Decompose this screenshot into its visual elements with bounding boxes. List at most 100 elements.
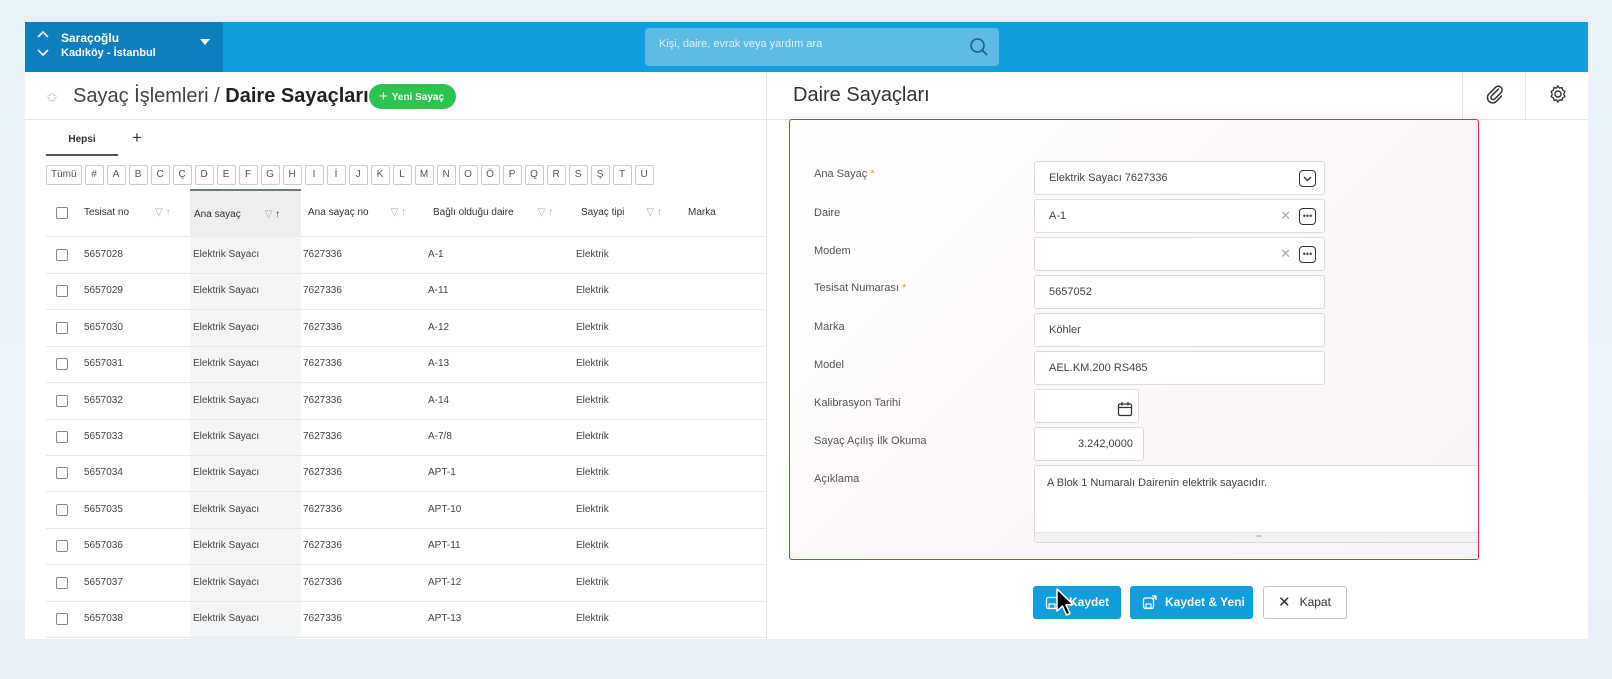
row-checkbox[interactable] xyxy=(56,540,68,553)
letter-filter[interactable]: D xyxy=(194,165,214,185)
row-checkbox[interactable] xyxy=(56,394,68,407)
table-row[interactable]: 5657032 Elektrik Sayacı 7627336 A-14 Elektri… xyxy=(46,383,766,420)
table-row[interactable]: 5657035 Elektrik Sayacı 7627336 APT-10 Elekt… xyxy=(46,492,766,529)
add-tab-button[interactable]: + xyxy=(132,128,142,148)
letter-filter[interactable]: A xyxy=(106,165,126,185)
aciklama-textarea[interactable]: A Blok 1 Numaralı Dairenin elektrik saya… xyxy=(1034,465,1478,543)
letter-filter[interactable]: N xyxy=(436,165,456,185)
marka-input[interactable]: Köhler xyxy=(1034,313,1325,347)
letter-filter[interactable]: M xyxy=(414,165,434,185)
row-checkbox[interactable] xyxy=(56,321,68,334)
row-checkbox[interactable] xyxy=(56,576,68,589)
more-icon[interactable]: ••• xyxy=(1299,246,1316,263)
filter-sort-icon[interactable]: ▽ ↑ xyxy=(646,207,661,218)
chevron-down-icon[interactable] xyxy=(1299,170,1316,187)
column-header-tesisat[interactable]: Tesisat no ▽ ↑ xyxy=(84,189,190,237)
letter-filter[interactable]: Q xyxy=(524,165,544,185)
save-and-new-button[interactable]: Kaydet & Yeni xyxy=(1130,586,1253,619)
more-icon[interactable]: ••• xyxy=(1299,208,1316,225)
letter-filter[interactable]: Ç xyxy=(172,165,192,185)
search-input[interactable] xyxy=(659,38,959,50)
letter-filter[interactable]: P xyxy=(502,165,522,185)
breadcrumb: ✩ Sayaç İşlemleri / Daire Sayaçları + Yen… xyxy=(25,72,766,120)
row-checkbox[interactable] xyxy=(56,613,68,625)
cell-no: 7627336 xyxy=(303,321,342,333)
table-row[interactable]: 5657034 Elektrik Sayacı 7627336 APT-1 Elektr… xyxy=(46,455,766,493)
clear-icon[interactable]: ✕ xyxy=(1280,200,1291,232)
column-header-ana-sayac[interactable]: Ana sayaç ▽ ↑ xyxy=(190,189,301,237)
table-row[interactable]: 5657038 Elektrik Sayacı 7627336 APT-13 Elekt… xyxy=(46,601,766,638)
letter-filter[interactable]: H xyxy=(282,165,302,185)
letter-filter[interactable]: # xyxy=(84,165,104,185)
letter-filter[interactable]: G xyxy=(260,165,280,185)
filter-sort-icon[interactable]: ▽ ↑ xyxy=(538,207,553,218)
letter-filter[interactable]: S xyxy=(568,165,588,185)
letter-filter[interactable]: T xyxy=(612,165,632,185)
table-row[interactable]: 5657033 Elektrik Sayacı 7627336 A-7/8 Elektr… xyxy=(46,419,766,456)
new-meter-button[interactable]: + Yeni Sayaç xyxy=(369,84,457,109)
filter-sort-icon[interactable]: ▽ ↑ xyxy=(265,209,280,220)
row-checkbox[interactable] xyxy=(56,249,68,261)
site-switch-arrows-icon[interactable] xyxy=(37,30,49,63)
settings-button[interactable] xyxy=(1525,72,1588,120)
letter-filter[interactable]: U xyxy=(634,165,654,185)
row-checkbox[interactable] xyxy=(56,503,68,516)
pin-icon[interactable]: ✩ xyxy=(46,89,58,106)
label-ilk-okuma: Sayaç Açılış İlk Okuma xyxy=(814,435,927,447)
letter-filter[interactable]: Ş xyxy=(590,165,610,185)
letter-filter[interactable]: C xyxy=(150,165,170,185)
cell-tip: Elektrik xyxy=(576,394,609,406)
letter-filter[interactable]: B xyxy=(128,165,148,185)
cell-ana: Elektrik Sayacı xyxy=(193,540,260,552)
site-dropdown-icon[interactable] xyxy=(200,39,210,45)
table-row[interactable]: 5657031 Elektrik Sayacı 7627336 A-13 Elektri… xyxy=(46,346,766,384)
letter-filter[interactable]: Ö xyxy=(480,165,500,185)
filter-sort-icon[interactable]: ▽ ↑ xyxy=(391,207,406,218)
tesisat-input[interactable]: 5657052 xyxy=(1034,275,1325,309)
column-header-sayac-tipi[interactable]: Sayaç tipi ▽ ↑ xyxy=(581,189,691,237)
letter-filter[interactable]: O xyxy=(458,165,478,185)
model-input[interactable]: AEL.KM.200 RS485 xyxy=(1034,351,1325,385)
letter-filter[interactable]: E xyxy=(216,165,236,185)
kalibrasyon-date-input[interactable] xyxy=(1034,389,1139,423)
row-checkbox[interactable] xyxy=(56,467,68,480)
letter-filter[interactable]: L xyxy=(392,165,412,185)
cell-ana: Elektrik Sayacı xyxy=(193,358,260,370)
column-header-bagli-daire[interactable]: Bağlı olduğu daire ▽ ↑ xyxy=(433,189,578,237)
table-row[interactable]: 5657036 Elektrik Sayacı 7627336 APT-11 Elekt… xyxy=(46,528,766,566)
site-selector[interactable]: Saraçoğlu Kadıköy - İstanbul xyxy=(25,22,223,72)
row-checkbox[interactable] xyxy=(56,285,68,298)
search-icon[interactable] xyxy=(969,37,989,62)
letter-filter-all[interactable]: Tümü xyxy=(46,165,82,185)
close-button[interactable]: ✕ Kapat xyxy=(1263,586,1347,619)
modem-lookup[interactable]: ✕ ••• xyxy=(1034,237,1325,271)
daire-lookup[interactable]: A-1 ✕ ••• xyxy=(1034,199,1325,233)
row-checkbox[interactable] xyxy=(56,431,68,443)
filter-sort-icon[interactable]: ▽ ↑ xyxy=(155,207,170,218)
table-row[interactable]: 5657029 Elektrik Sayacı 7627336 A-11 Elektri… xyxy=(46,273,766,311)
table-row[interactable]: 5657028 Elektrik Sayacı 7627336 A-1 Elektrik xyxy=(46,237,766,274)
table-row[interactable]: 5657037 Elektrik Sayacı 7627336 APT-12 Elekt… xyxy=(46,565,766,602)
clear-icon[interactable]: ✕ xyxy=(1280,238,1291,270)
cell-tip: Elektrik xyxy=(576,503,609,515)
letter-filter[interactable]: F xyxy=(238,165,258,185)
row-checkbox[interactable] xyxy=(56,358,68,371)
column-header-ana-sayac-no[interactable]: Ana sayaç no ▽ ↑ xyxy=(308,189,428,237)
select-all-checkbox[interactable] xyxy=(56,207,68,219)
attachment-button[interactable] xyxy=(1462,72,1526,120)
letter-filter[interactable]: R xyxy=(546,165,566,185)
breadcrumb-parent[interactable]: Sayaç İşlemleri / xyxy=(73,85,220,107)
tab-all[interactable]: Hepsi xyxy=(46,130,118,156)
letter-filter[interactable]: K xyxy=(370,165,390,185)
ilk-okuma-input[interactable]: 3.242,0000 xyxy=(1034,427,1144,461)
resize-handle[interactable]: ═ xyxy=(1035,532,1478,542)
letter-filter[interactable]: I xyxy=(304,165,324,185)
table-row[interactable]: 5657030 Elektrik Sayacı 7627336 A-12 Elektri… xyxy=(46,310,766,347)
ana-sayac-select[interactable]: Elektrik Sayacı 7627336 xyxy=(1034,161,1325,195)
calendar-icon[interactable] xyxy=(1117,398,1133,430)
column-header-marka[interactable]: Marka xyxy=(688,189,758,237)
detail-panel: Daire Sayaçları Ana Sayaç * Elektrik Saya… xyxy=(766,72,1588,639)
detail-header: Daire Sayaçları xyxy=(767,72,1588,120)
letter-filter[interactable]: İ xyxy=(326,165,346,185)
letter-filter[interactable]: J xyxy=(348,165,368,185)
